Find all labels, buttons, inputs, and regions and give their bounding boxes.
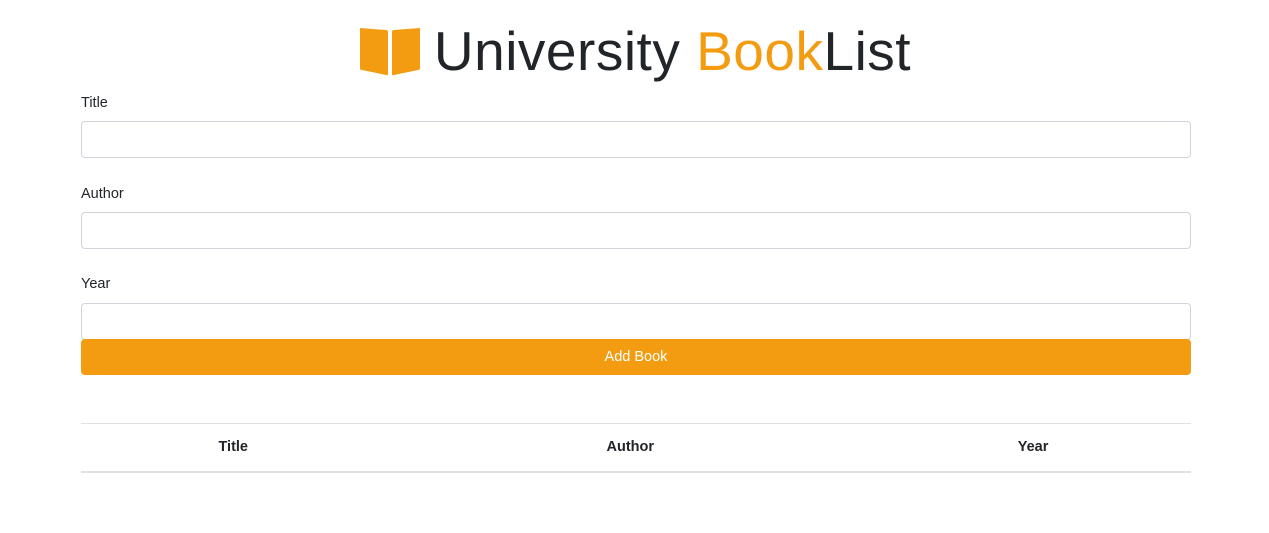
- title-label: Title: [81, 95, 108, 111]
- title-field-group: Title: [81, 93, 1191, 158]
- book-form: Title Author Year: [81, 93, 1191, 340]
- app-header: University BookList: [0, 18, 1269, 84]
- year-input[interactable]: [81, 303, 1191, 340]
- author-input[interactable]: [81, 212, 1191, 249]
- author-field-group: Author: [81, 184, 1191, 249]
- title-part-list: List: [823, 20, 912, 82]
- year-label: Year: [81, 276, 111, 292]
- table-header: Title Author Year: [81, 423, 1191, 473]
- column-header-author: Author: [385, 423, 876, 473]
- add-book-button[interactable]: Add Book: [81, 339, 1191, 375]
- table-header-row: Title Author Year: [81, 423, 1191, 473]
- title-part-book: Book: [696, 20, 824, 82]
- open-book-icon: [358, 24, 422, 78]
- book-list-table: Title Author Year: [81, 423, 1191, 473]
- year-field-group: Year: [81, 274, 1191, 340]
- title-input[interactable]: [81, 121, 1191, 158]
- author-label: Author: [81, 186, 124, 202]
- column-header-title: Title: [81, 423, 386, 473]
- title-part-university: University: [433, 20, 697, 82]
- column-header-year: Year: [875, 423, 1191, 473]
- page-title: University BookList: [434, 18, 911, 84]
